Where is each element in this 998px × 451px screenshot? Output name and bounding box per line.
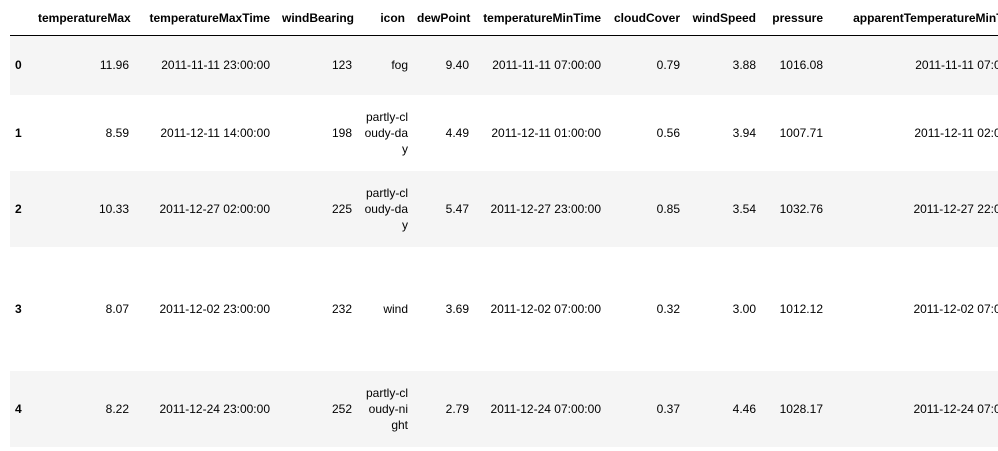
cell-temperatureMax: 8.07 [105, 301, 129, 316]
column-header-windBearing: windBearing [276, 0, 358, 36]
cell-icon: fog [358, 36, 411, 95]
cell-icon-text: partly-cloudy-night [365, 385, 408, 432]
cell-windBearing: 123 [331, 58, 352, 73]
header-row: temperatureMax temperatureMaxTime windBe… [10, 0, 998, 36]
cell-windBearing: 232 [331, 301, 352, 316]
table-row: 3 8.07 2011-12-02 23:00:00 232 wind 3.69… [10, 246, 998, 371]
column-header-icon: icon [358, 0, 411, 36]
cell-apparentTemperatureMinTime: 2011-11-11 07:00:00 [915, 58, 998, 73]
cell-windBearing: 225 [331, 201, 352, 216]
cell-windBearing: 198 [331, 125, 352, 140]
column-header-temperatureMaxTime: temperatureMaxTime [135, 0, 276, 36]
table-row: 1 8.59 2011-12-11 14:00:00 198 partly-cl… [10, 94, 998, 171]
row-index: 1 [15, 125, 22, 140]
cell-temperatureMinTime: 2011-12-02 07:00:00 [490, 301, 601, 316]
column-header-windSpeed: windSpeed [686, 0, 762, 36]
cell-windSpeed: 3.54 [732, 201, 756, 216]
cell-temperatureMax: 8.22 [105, 401, 129, 416]
cell-windSpeed: 3.88 [732, 58, 756, 73]
cell-dewPoint: 5.47 [445, 201, 469, 216]
cell-temperatureMaxTime: 2011-12-24 23:00:00 [159, 401, 270, 416]
cell-temperatureMaxTime: 2011-11-11 23:00:00 [161, 58, 270, 73]
cell-pressure: 1016.08 [779, 58, 823, 73]
cell-windSpeed: 3.94 [732, 125, 756, 140]
cell-temperatureMinTime: 2011-11-11 07:00:00 [492, 58, 601, 73]
cell-dewPoint: 2.79 [445, 401, 469, 416]
cell-windBearing: 252 [331, 401, 352, 416]
cell-cloudCover: 0.85 [656, 201, 680, 216]
column-header-temperatureMax: temperatureMax [32, 0, 135, 36]
cell-icon-text: partly-cloudy-day [364, 109, 408, 156]
table-body: 0 11.96 2011-11-11 23:00:00 123 fog 9.40… [10, 35, 998, 447]
table-header: temperatureMax temperatureMaxTime windBe… [10, 0, 998, 36]
table-row: 4 8.22 2011-12-24 23:00:00 252 partly-cl… [10, 370, 998, 447]
cell-pressure: 1028.17 [779, 401, 823, 416]
table-row: 2 10.33 2011-12-27 02:00:00 225 partly-c… [10, 170, 998, 247]
cell-apparentTemperatureMinTime: 2011-12-11 02:00:00 [914, 125, 998, 140]
cell-apparentTemperatureMinTime: 2011-12-24 07:00:00 [913, 401, 998, 416]
cell-temperatureMaxTime: 2011-12-11 14:00:00 [160, 125, 270, 140]
cell-dewPoint: 3.69 [445, 301, 469, 316]
cell-temperatureMax: 10.33 [98, 201, 129, 216]
dataframe-table: temperatureMax temperatureMaxTime windBe… [10, 0, 998, 447]
cell-cloudCover: 0.79 [656, 58, 680, 73]
dataframe-output: temperatureMax temperatureMaxTime windBe… [0, 0, 998, 451]
row-index: 0 [15, 58, 22, 73]
cell-apparentTemperatureMinTime: 2011-12-27 22:00:00 [913, 201, 998, 216]
cell-temperatureMaxTime: 2011-12-27 02:00:00 [159, 201, 270, 216]
cell-temperatureMinTime: 2011-12-11 01:00:00 [491, 125, 601, 140]
column-header-cloudCover: cloudCover [607, 0, 686, 36]
cell-cloudCover: 0.56 [656, 125, 680, 140]
column-header-index [10, 0, 32, 36]
cell-cloudCover: 0.32 [656, 301, 680, 316]
column-header-apparentTemperatureMinTime: apparentTemperatureMinTime [829, 0, 998, 36]
table-row: 0 11.96 2011-11-11 23:00:00 123 fog 9.40… [10, 35, 998, 95]
column-header-dewPoint: dewPoint [411, 0, 475, 36]
cell-windSpeed: 3.00 [732, 301, 756, 316]
column-header-pressure: pressure [762, 0, 829, 36]
cell-pressure: 1032.76 [779, 201, 823, 216]
cell-temperatureMinTime: 2011-12-24 07:00:00 [490, 401, 601, 416]
cell-pressure: 1007.71 [779, 125, 823, 140]
column-header-temperatureMinTime: temperatureMinTime [475, 0, 607, 36]
cell-icon-text: partly-cloudy-day [364, 185, 408, 232]
cell-pressure: 1012.12 [779, 301, 823, 316]
cell-icon-text: wind [383, 301, 408, 316]
cell-temperatureMaxTime: 2011-12-02 23:00:00 [159, 301, 270, 316]
cell-icon: wind [358, 247, 411, 371]
cell-temperatureMax: 8.59 [105, 125, 129, 140]
cell-icon: partly-cloudy-day [358, 95, 411, 171]
cell-cloudCover: 0.37 [656, 401, 680, 416]
cell-icon: partly-cloudy-day [358, 171, 411, 247]
row-index: 2 [15, 201, 22, 216]
cell-icon-text: fog [391, 58, 408, 73]
cell-dewPoint: 9.40 [445, 58, 469, 73]
cell-dewPoint: 4.49 [445, 125, 469, 140]
cell-apparentTemperatureMinTime: 2011-12-02 07:00:00 [913, 301, 998, 316]
cell-windSpeed: 4.46 [732, 401, 756, 416]
cell-temperatureMinTime: 2011-12-27 23:00:00 [490, 201, 601, 216]
cell-temperatureMax: 11.96 [99, 58, 129, 73]
row-index: 4 [15, 401, 22, 416]
cell-icon: partly-cloudy-night [358, 371, 411, 447]
row-index: 3 [15, 301, 22, 316]
